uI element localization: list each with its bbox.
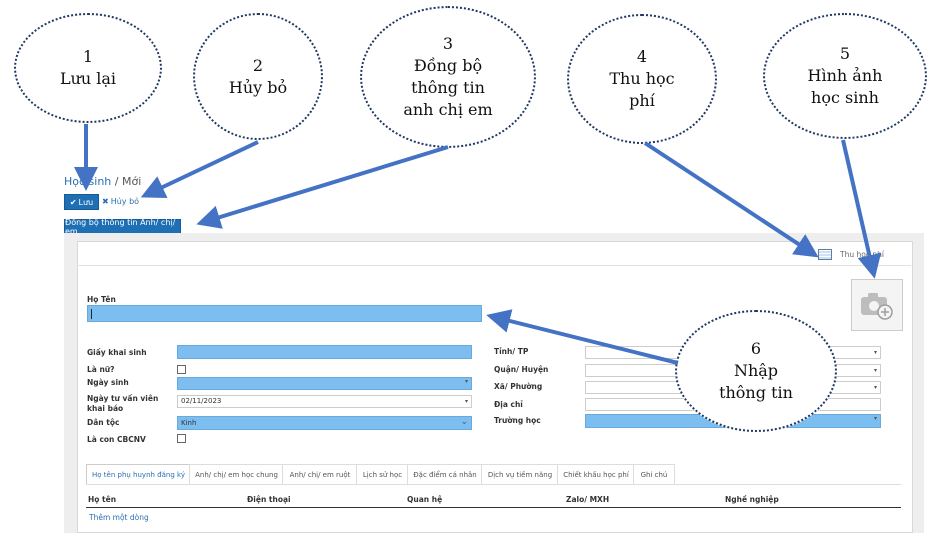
district-label: Quận/ Huyện <box>494 365 549 374</box>
breadcrumb-parent-link[interactable]: Học sinh <box>64 175 111 188</box>
name-input[interactable] <box>87 305 482 322</box>
callout-number: 1 <box>82 47 94 66</box>
add-row-link[interactable]: Thêm một dòng <box>89 513 149 522</box>
camera-add-icon <box>861 293 893 320</box>
chevron-down-icon: ▾ <box>873 349 877 356</box>
callout-2-cancel: 2 Hủy bỏ <box>193 13 323 140</box>
column-header-name: Họ tên <box>88 495 117 504</box>
school-label: Trường học <box>494 416 541 425</box>
address-label: Địa chỉ <box>494 400 523 409</box>
arrow-to-sync <box>196 145 449 229</box>
callout-4-fee: 4 Thu học phí <box>567 14 717 144</box>
table-header-divider <box>86 507 901 508</box>
chevron-down-icon: ▾ <box>873 367 877 374</box>
callout-text-line: phí <box>629 91 655 110</box>
check-icon: ✔ <box>69 197 77 207</box>
callout-text-line: học sinh <box>811 88 879 107</box>
callout-text-line: Nhập <box>733 361 779 380</box>
consult-date-input[interactable]: 02/11/2023 ▾ <box>177 395 472 408</box>
is-female-label: Là nữ? <box>87 365 115 374</box>
callout-number: 3 <box>442 34 454 53</box>
callout-text-line: thông tin <box>719 383 793 402</box>
consult-date-label: Ngày tư vấn viên khai báo <box>87 394 159 413</box>
chevron-down-icon: ▾ <box>464 398 468 405</box>
arrow-to-cancel <box>140 140 259 199</box>
consult-date-value: 02/11/2023 <box>181 397 222 405</box>
province-label: Tỉnh/ TP <box>494 347 529 356</box>
tab-parent-registration[interactable]: Họ tên phụ huynh đăng ký <box>86 464 191 485</box>
chevron-down-icon: ▾ <box>464 378 468 385</box>
birth-cert-input[interactable] <box>177 345 472 359</box>
callout-number: 4 <box>636 47 648 66</box>
callout-text: Hủy bỏ <box>228 77 288 97</box>
dob-label: Ngày sinh <box>87 378 129 387</box>
staff-child-checkbox[interactable] <box>177 434 186 443</box>
is-female-checkbox[interactable] <box>177 365 186 374</box>
callout-text: Lưu lại <box>59 69 117 88</box>
tab-notes[interactable]: Ghi chú <box>633 464 675 485</box>
name-label: Họ Tên <box>87 295 116 304</box>
column-header-occupation: Nghề nghiệp <box>725 495 779 504</box>
student-photo-upload[interactable] <box>851 279 903 331</box>
breadcrumb-separator: / <box>111 175 122 188</box>
form-sheet-header <box>77 241 911 266</box>
chevron-down-icon: ▾ <box>873 384 877 391</box>
callout-number: 2 <box>252 55 264 75</box>
callout-text-line: Thu học <box>609 69 675 88</box>
callout-text-line: Đồng bộ <box>413 56 483 75</box>
close-icon: ✖ <box>102 196 109 206</box>
breadcrumb: Học sinh / Mới <box>64 175 141 188</box>
tab-tuition-discount[interactable]: Chiết khấu học phí <box>557 464 635 485</box>
callout-6-input: 6 Nhập thông tin <box>675 310 837 432</box>
chevron-down-icon: ⌄ <box>460 417 468 427</box>
column-header-phone: Điện thoại <box>247 495 291 504</box>
tab-underline <box>86 484 901 485</box>
save-button-label: Lưu <box>78 197 94 207</box>
callout-number: 5 <box>839 44 851 63</box>
breadcrumb-current: Mới <box>121 175 142 188</box>
birth-cert-label: Giấy khai sinh <box>87 348 147 357</box>
dob-input[interactable]: ▾ <box>177 377 472 390</box>
ethnicity-select[interactable]: Kinh ⌄ <box>177 416 472 430</box>
tab-siblings-same-school[interactable]: Anh/ chị/ em học chung <box>189 464 284 485</box>
column-header-zalo: Zalo/ MXH <box>566 495 610 504</box>
ward-label: Xã/ Phường <box>494 382 543 391</box>
cancel-button-label: Hủy bỏ <box>110 196 140 206</box>
staff-child-label: Là con CBCNV <box>87 435 146 444</box>
callout-text-line: thông tin <box>411 78 485 97</box>
callout-5-photo: 5 Hình ảnh học sinh <box>763 13 927 139</box>
cancel-button[interactable]: ✖ Hủy bỏ <box>102 194 139 208</box>
tab-personal-traits[interactable]: Đặc điểm cá nhân <box>407 464 483 485</box>
chevron-down-icon: ▾ <box>873 415 877 422</box>
fee-button-label: Thu học phí <box>840 249 884 259</box>
tab-blood-siblings[interactable]: Anh/ chị/ em ruột <box>282 464 358 485</box>
column-header-relation: Quan hệ <box>407 495 443 504</box>
callout-number: 6 <box>750 339 762 358</box>
fee-button[interactable]: Thu học phí <box>818 248 884 260</box>
sync-siblings-button[interactable]: Đồng bộ thông tin Anh/ chị/ em <box>64 218 181 236</box>
text-cursor <box>91 309 92 319</box>
ethnicity-value: Kinh <box>181 419 197 427</box>
callout-1-save: 1 Lưu lại <box>14 13 162 123</box>
save-button[interactable]: ✔ Lưu <box>64 194 99 210</box>
tab-study-history[interactable]: Lịch sử học <box>356 464 409 485</box>
calculator-icon <box>818 248 832 260</box>
callout-text-line: Hình ảnh <box>807 66 883 85</box>
callout-text-line: anh chị em <box>403 100 493 119</box>
callout-3-sync: 3 Đồng bộ thông tin anh chị em <box>360 6 536 148</box>
ethnicity-label: Dân tộc <box>87 418 120 427</box>
tab-potential-services[interactable]: Dịch vụ tiềm năng <box>481 464 559 485</box>
